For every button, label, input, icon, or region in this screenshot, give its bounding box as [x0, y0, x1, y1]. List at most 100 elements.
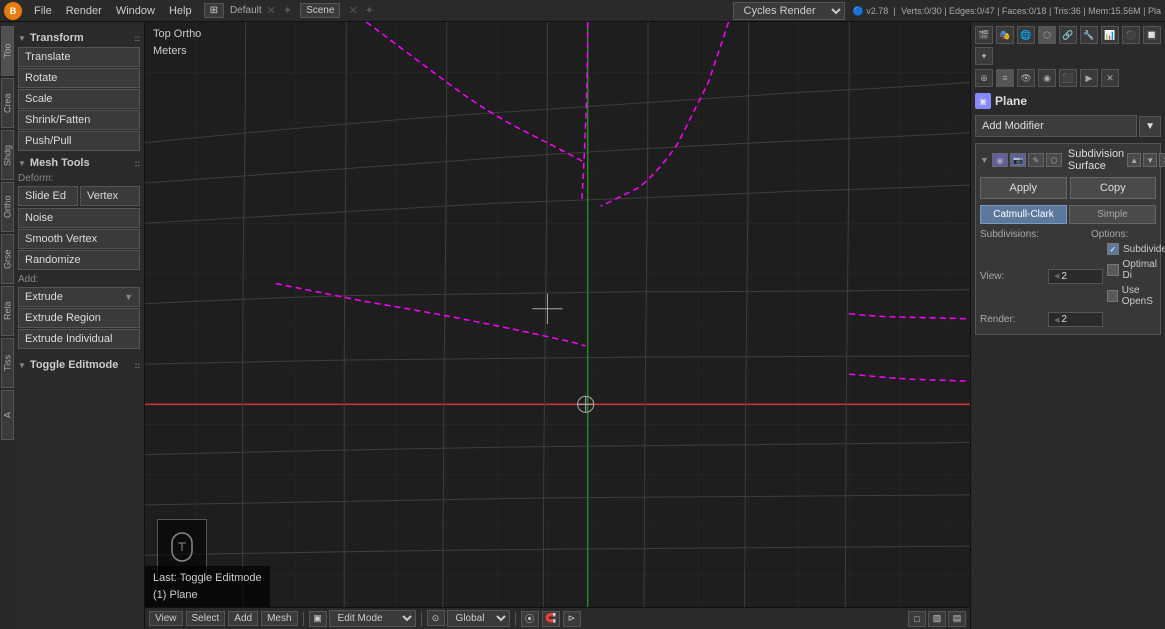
menu-help[interactable]: Help [163, 3, 198, 19]
subdivide-checkbox[interactable]: ✓ [1107, 243, 1119, 255]
view-persp-icon[interactable]: □ [908, 611, 926, 627]
render-row: Render: ◀ 2 [980, 312, 1156, 327]
noise-button[interactable]: Noise [18, 208, 140, 228]
view-value-field[interactable]: ◀ 2 [1048, 269, 1103, 284]
properties-icons-2: ⊕ ≡ 👁 ◉ ⬛ ▶ ✕ [975, 69, 1161, 87]
world-props-icon[interactable]: 🌐 [1017, 26, 1035, 44]
close-sidebar-icon[interactable]: ✕ [1101, 69, 1119, 87]
view-value: 2 [1061, 271, 1067, 282]
view-label: View: [980, 271, 1045, 282]
vertex-button[interactable]: Vertex [80, 186, 140, 206]
add-menu-button[interactable]: Add [228, 611, 258, 626]
sidebar-tab-grease[interactable]: Grse [1, 234, 14, 284]
render-value-field[interactable]: ◀ 2 [1048, 312, 1103, 327]
scene-button[interactable]: Scene [300, 3, 340, 18]
modifier-down-button[interactable]: ▼ [1143, 153, 1157, 167]
mesh-menu-button[interactable]: Mesh [261, 611, 297, 626]
modifier-realtime-icon[interactable]: ◉ [992, 153, 1008, 167]
mesh-tools-arrow: ▼ [18, 159, 26, 168]
use-opens-checkbox[interactable] [1107, 290, 1118, 302]
modifier-delete-button[interactable]: ✕ [1159, 153, 1165, 167]
transform-lock-icon[interactable]: ⊕ [975, 69, 993, 87]
catmull-clark-tab[interactable]: Catmull-Clark [980, 205, 1067, 224]
smooth-vertex-button[interactable]: Smooth Vertex [18, 229, 140, 249]
particles-icon[interactable]: ✦ [975, 47, 993, 65]
copy-button[interactable]: Copy [1070, 177, 1157, 199]
simple-tab[interactable]: Simple [1069, 205, 1156, 224]
scale-button[interactable]: Scale [18, 89, 140, 109]
shrink-flatten-button[interactable]: Shrink/Fatten [18, 110, 140, 130]
view-decrement-icon[interactable]: ◀ [1054, 272, 1059, 280]
editor-type-button[interactable]: ⊞ [204, 3, 224, 18]
texture-props-icon[interactable]: 🔲 [1143, 26, 1161, 44]
modifier-cage-icon[interactable]: ⬡ [1046, 153, 1062, 167]
render-engine-select[interactable]: Cycles Render Blender Render [733, 2, 845, 20]
viewport[interactable]: Top Ortho Meters [145, 22, 970, 607]
modifier-stack-icon[interactable]: ≡ [996, 69, 1014, 87]
add-modifier-row: Add Modifier ▼ [975, 115, 1161, 137]
menu-file[interactable]: File [28, 3, 58, 19]
view-side-icon[interactable]: ▤ [948, 611, 966, 627]
select-menu-button[interactable]: Select [186, 611, 226, 626]
modifier-render-icon[interactable]: 📷 [1010, 153, 1026, 167]
render-props-icon[interactable]: 🎬 [975, 26, 993, 44]
render-decrement-icon[interactable]: ◀ [1054, 316, 1059, 324]
slide-edge-button[interactable]: Slide Ed [18, 186, 78, 206]
view-render-row: View: ◀ 2 ✓ Subdivide Optimal Di [980, 243, 1156, 309]
constraints-icon[interactable]: 🔗 [1059, 26, 1077, 44]
snap-icon[interactable]: 🧲 [542, 611, 560, 627]
add-modifier-arrow-button[interactable]: ▼ [1139, 116, 1161, 137]
push-pull-button[interactable]: Push/Pull [18, 131, 140, 151]
sidebar-tab-shading[interactable]: Shdg [1, 130, 14, 180]
modifier-up-button[interactable]: ▲ [1127, 153, 1141, 167]
view-front-icon[interactable]: ▨ [928, 611, 946, 627]
sidebar-tabs: Too Crea Shdg Ortho Grse Rela Tiss A [0, 22, 14, 629]
extrude-dropdown[interactable]: Extrude ▼ [18, 287, 140, 307]
menu-render[interactable]: Render [60, 3, 108, 19]
apply-button[interactable]: Apply [980, 177, 1067, 199]
transform-orientation-select[interactable]: Global Local Normal [447, 610, 510, 627]
subdivide-label: Subdivide [1123, 244, 1165, 255]
sidebar-tab-a[interactable]: A [1, 390, 14, 440]
properties-icons: 🎬 🎭 🌐 ⬡ 🔗 🔧 📊 ⚫ 🔲 ✦ [975, 26, 1161, 65]
pivot-icons: ⊙ Global Local Normal [427, 610, 510, 627]
eye-icon[interactable]: 👁 [1017, 69, 1035, 87]
add-modifier-button[interactable]: Add Modifier [975, 115, 1137, 137]
layer-icon[interactable]: ⬛ [1059, 69, 1077, 87]
toggle-editmode-dots: :: [135, 361, 140, 370]
mirror-icon[interactable]: ⊳ [563, 611, 581, 627]
material-props-icon[interactable]: ⚫ [1122, 26, 1140, 44]
mode-select[interactable]: Edit Mode Object Mode Sculpt Mode [329, 610, 416, 627]
menu-window[interactable]: Window [110, 3, 161, 19]
visibility-icon[interactable]: ◉ [1038, 69, 1056, 87]
sidebar-tab-ortho[interactable]: Ortho [1, 182, 14, 232]
extrude-individual-button[interactable]: Extrude Individual [18, 329, 140, 349]
modifier-header: ▼ ◉ 📷 ✎ ⬡ Subdivision Surface ▲ ▼ ✕ [980, 148, 1156, 172]
scene-props-icon[interactable]: 🎭 [996, 26, 1014, 44]
extrude-region-button[interactable]: Extrude Region [18, 308, 140, 328]
modifier-edit-icon[interactable]: ✎ [1028, 153, 1044, 167]
optimal-di-label: Optimal Di [1123, 259, 1165, 281]
modifiers-icon[interactable]: 🔧 [1080, 26, 1098, 44]
object-props-icon[interactable]: ⬡ [1038, 26, 1056, 44]
subdivision-tabs: Catmull-Clark Simple [980, 205, 1156, 224]
modifier-expand-arrow[interactable]: ▼ [980, 155, 989, 165]
translate-button[interactable]: Translate [18, 47, 140, 67]
custom-props-icon[interactable]: ▶ [1080, 69, 1098, 87]
randomize-button[interactable]: Randomize [18, 250, 140, 270]
sidebar-tab-create[interactable]: Crea [1, 78, 14, 128]
toggle-editmode-label: Toggle Editmode [30, 359, 118, 371]
sidebar-tab-tools[interactable]: Too [1, 26, 14, 76]
viewport-canvas[interactable] [145, 22, 970, 607]
proportional-edit-icon[interactable]: ⦿ [521, 611, 539, 627]
global-transform-icon[interactable]: ⊙ [427, 610, 445, 626]
rotate-button[interactable]: Rotate [18, 68, 140, 88]
sidebar-tab-relations[interactable]: Rela [1, 286, 14, 336]
optimal-di-checkbox[interactable] [1107, 264, 1119, 276]
view-menu-button[interactable]: View [149, 611, 183, 626]
sidebar-tab-tiss[interactable]: Tiss [1, 338, 14, 388]
mesh-tools-section-label: Mesh Tools [30, 157, 90, 169]
data-props-icon[interactable]: 📊 [1101, 26, 1119, 44]
layout-label: Default [230, 5, 262, 16]
mesh-tools-section-header: ▼ Mesh Tools :: [18, 157, 140, 169]
